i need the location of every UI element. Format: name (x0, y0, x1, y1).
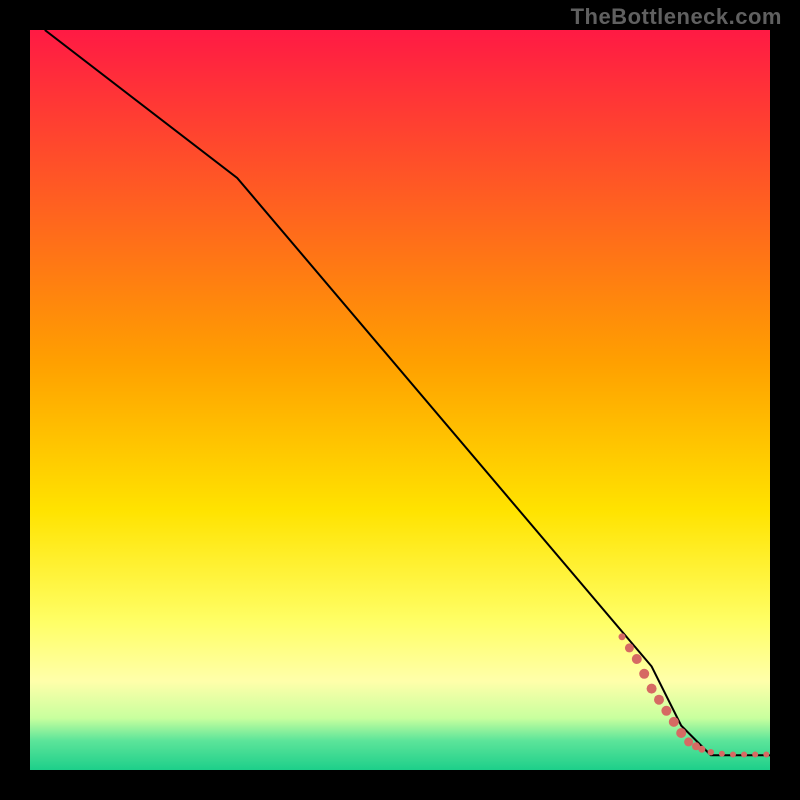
data-point (625, 643, 634, 652)
data-point (619, 633, 626, 640)
data-point (639, 669, 649, 679)
data-point (719, 751, 725, 757)
data-point (763, 752, 769, 758)
data-point (661, 706, 671, 716)
data-point (669, 717, 679, 727)
data-point (708, 749, 714, 755)
chart-frame: TheBottleneck.com (0, 0, 800, 800)
data-point (647, 684, 657, 694)
data-point (676, 728, 686, 738)
chart-svg (30, 30, 770, 770)
data-point (752, 752, 758, 758)
data-point (741, 752, 747, 758)
chart-plot-area (30, 30, 770, 770)
data-point (730, 752, 736, 758)
data-point (654, 695, 664, 705)
watermark-text: TheBottleneck.com (571, 4, 782, 30)
data-point (684, 737, 693, 746)
gradient-background (30, 30, 770, 770)
data-point (632, 654, 642, 664)
data-point (698, 746, 705, 753)
